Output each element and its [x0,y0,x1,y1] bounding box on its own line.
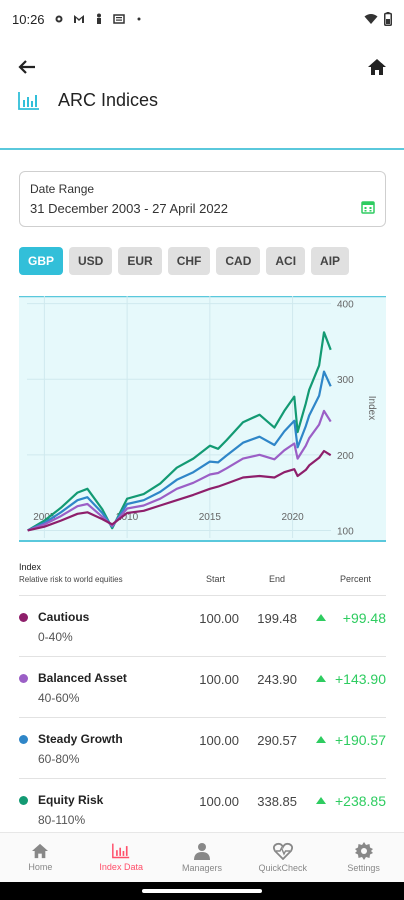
bar-chart-icon [18,91,39,110]
table-row[interactable]: Steady Growth 60-80% 100.00 290.57 +190.… [19,718,386,779]
risk-range: 40-60% [38,691,80,705]
table-row[interactable]: Balanced Asset 40-60% 100.00 243.90 +143… [19,657,386,718]
series-color-dot [19,796,28,805]
settings-notification-icon [55,15,63,23]
start-value: 100.00 [199,611,239,626]
home-button[interactable] [364,54,390,80]
table-header: Index Relative risk to world equities St… [19,560,386,596]
y-axis-label: Index [366,396,377,420]
series-color-dot [19,735,28,744]
end-value: 290.57 [257,733,297,748]
calendar-icon [361,201,375,214]
percent-change: +143.90 [335,671,386,687]
heartbeat-icon [272,842,293,860]
end-value: 338.85 [257,794,297,809]
table-index-label: Index [19,562,42,572]
end-value: 243.90 [257,672,297,687]
wifi-icon [364,14,378,24]
home-icon [32,843,49,859]
nav-managers-label: Managers [181,863,222,873]
nav-index-data-label: Index Data [99,862,143,872]
currency-button-aci[interactable]: ACI [266,247,306,275]
start-value: 100.00 [199,672,239,687]
date-range-label: Date Range [30,182,95,196]
dot-notification-icon [137,17,141,21]
index-chart-svg: 1002003004002005 2010 2015 2020Index [19,295,386,542]
index-name: Balanced Asset [38,671,127,685]
currency-button-usd[interactable]: USD [69,247,113,275]
bar-chart-icon [112,843,130,859]
app-bar: ARC Indices [0,38,404,150]
index-name: Equity Risk [38,793,104,807]
currency-button-aip[interactable]: AIP [311,247,350,275]
currency-button-chf[interactable]: CHF [167,247,211,275]
table-row[interactable]: Equity Risk 80-110% 100.00 338.85 +238.8… [19,779,386,840]
page-header: ARC Indices [18,90,158,111]
percent-change: +190.57 [335,732,386,748]
risk-range: 80-110% [38,813,86,827]
home-icon [368,59,386,75]
percent-change: +99.48 [342,610,386,626]
up-arrow-icon [316,675,326,682]
currency-button-cad[interactable]: CAD [216,247,261,275]
up-arrow-icon [316,736,326,743]
nav-home[interactable]: Home [0,833,81,882]
bottom-navigation: Home Index Data Managers QuickCheck Sett… [0,832,404,882]
x-tick-label: 2020 [281,512,304,523]
battery-icon [384,12,392,26]
table-row[interactable]: Cautious 0-40% 100.00 199.48 +99.48 [19,596,386,657]
index-name: Steady Growth [38,732,123,746]
table-col-start: Start [206,574,226,584]
start-value: 100.00 [199,733,239,748]
gesture-handle[interactable] [142,889,262,893]
y-tick-label: 400 [337,300,354,311]
nav-settings-label: Settings [347,863,380,873]
currency-button-eur[interactable]: EUR [118,247,162,275]
status-bar: 10:26 [0,0,404,38]
nav-settings[interactable]: Settings [323,833,404,882]
nav-managers[interactable]: Managers [162,833,243,882]
currency-button-gbp[interactable]: GBP [19,247,64,275]
table-subtitle: Relative risk to world equities [19,575,123,584]
up-arrow-icon [316,797,326,804]
risk-range: 0-40% [38,630,73,644]
nav-home-label: Home [28,862,53,872]
x-tick-label: 2015 [199,512,222,523]
nav-index-data[interactable]: Index Data [81,833,162,882]
up-arrow-icon [316,614,326,621]
y-tick-label: 300 [337,375,354,386]
percent-change: +238.85 [335,793,386,809]
mail-notification-icon [73,15,84,23]
index-name: Cautious [38,610,90,624]
risk-range: 60-80% [38,752,80,766]
gear-icon [354,842,373,860]
person-icon [193,843,210,860]
end-value: 199.48 [257,611,297,626]
status-time: 10:26 [12,11,45,27]
start-value: 100.00 [199,794,239,809]
index-chart[interactable]: 100 200 300 400 2005 2010 2015 2020 Index [19,295,386,542]
page-title: ARC Indices [58,90,159,110]
currency-selector: GBP USD EUR CHF CAD ACI AIP [19,247,350,275]
arrow-left-icon [18,60,35,74]
y-tick-label: 200 [337,451,354,462]
table-col-percent: Percent [340,574,372,584]
date-range-value: 31 December 2003 - 27 April 2022 [30,201,229,216]
person-notification-icon [96,13,101,24]
nav-quickcheck-label: QuickCheck [258,863,308,873]
back-button[interactable] [14,54,40,80]
y-tick-label: 100 [337,526,354,537]
series-color-dot [19,613,28,622]
chart-background [19,296,386,542]
screen-notification-icon [112,14,125,24]
nav-quickcheck[interactable]: QuickCheck [242,833,323,882]
series-color-dot [19,674,28,683]
system-gesture-bar [0,882,404,900]
table-col-end: End [269,574,286,584]
date-range-field[interactable]: Date Range 31 December 2003 - 27 April 2… [19,171,386,227]
